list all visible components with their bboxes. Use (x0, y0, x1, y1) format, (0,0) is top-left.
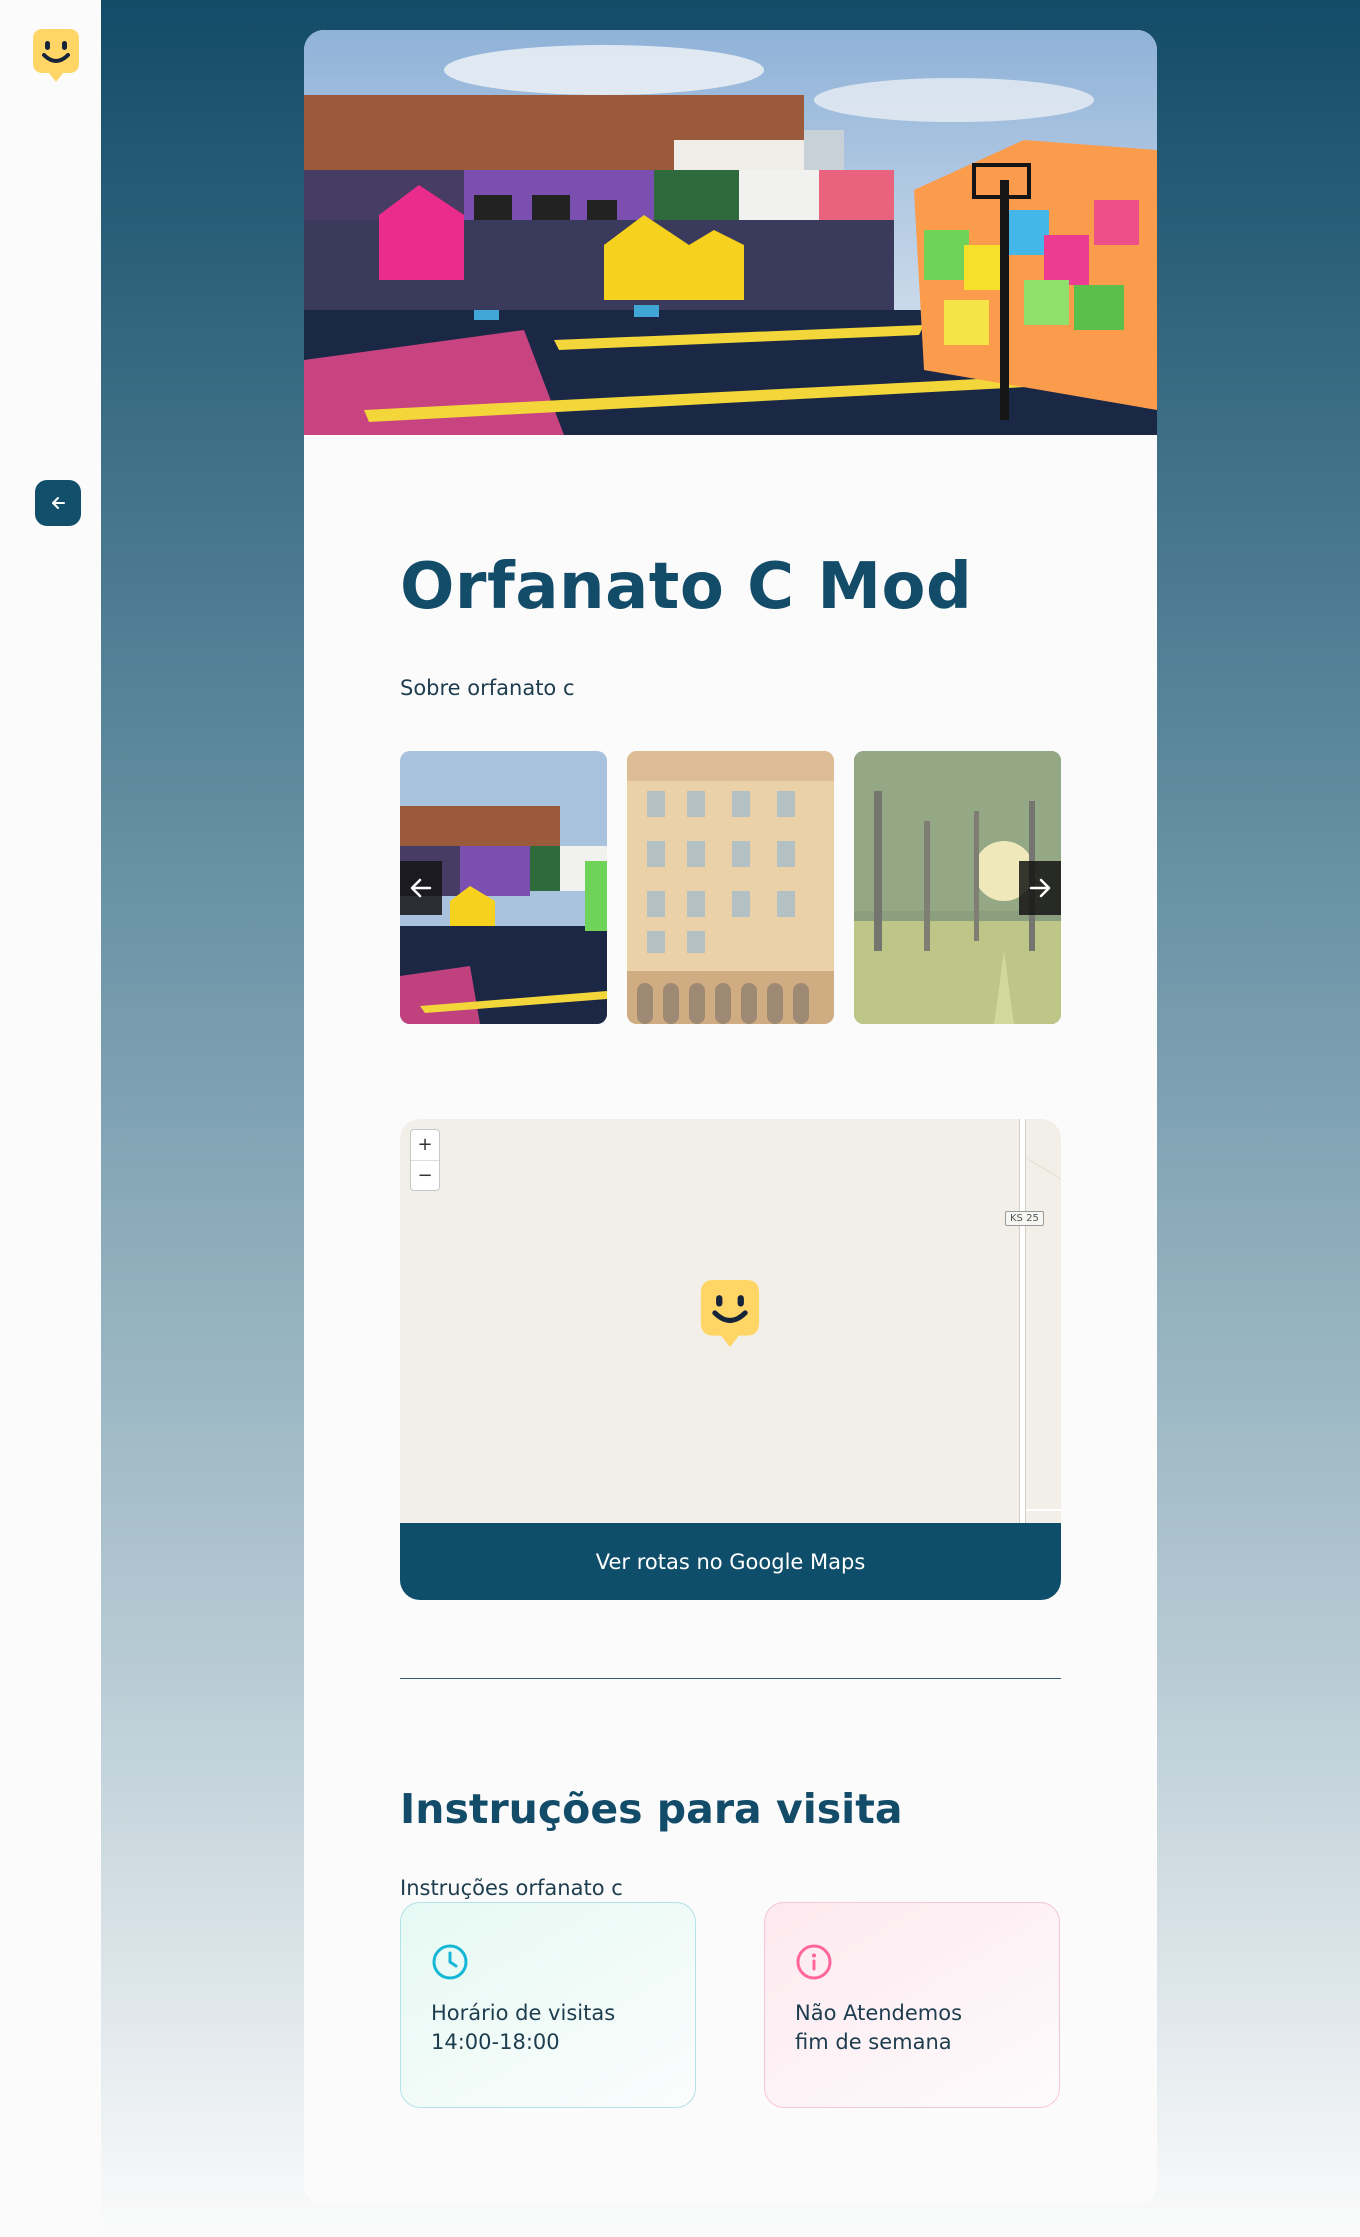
zoom-out-button[interactable]: − (411, 1160, 439, 1191)
road-label: KS 25 (1005, 1211, 1044, 1226)
weekend-closed-card: Não Atendemos fim de semana (764, 1902, 1060, 2108)
carousel-next-button[interactable] (1019, 861, 1061, 915)
sidebar (0, 0, 102, 2237)
weekend-line-2: fim de semana (795, 2030, 952, 2054)
page-title: Orfanato C Mod (400, 550, 973, 624)
gallery-thumb-2[interactable] (627, 751, 834, 1024)
about-text: Sobre orfanato c (400, 676, 575, 700)
map-marker-icon[interactable] (700, 1280, 760, 1347)
hero-image (304, 30, 1157, 435)
info-icon (796, 1944, 832, 1980)
section-divider (400, 1678, 1061, 1679)
building-facade-photo (627, 751, 834, 1024)
instructions-text: Instruções orfanato c (400, 1876, 623, 1900)
arrow-left-icon (52, 497, 65, 509)
arrow-right-icon (1029, 878, 1051, 898)
map-zoom-controls: + − (410, 1129, 440, 1191)
weekend-line-1: Não Atendemos (795, 2001, 963, 2025)
hours-value: 14:00-18:00 (431, 2030, 560, 2054)
carousel-prev-button[interactable] (400, 861, 442, 915)
back-button[interactable] (35, 480, 81, 526)
location-map[interactable]: + − KS 25 (400, 1119, 1061, 1523)
orphanage-details-card: Orfanato C Mod Sobre orfanato c + − KS 2… (304, 30, 1157, 2205)
arrow-left-icon (410, 878, 432, 898)
visiting-hours-card: Horário de visitas 14:00-18:00 (400, 1902, 696, 2108)
instructions-heading: Instruções para visita (400, 1785, 903, 1833)
hours-title: Horário de visitas (431, 2001, 616, 2025)
zoom-in-button[interactable]: + (411, 1130, 439, 1160)
clock-icon (432, 1944, 468, 1980)
google-maps-directions-button[interactable]: Ver rotas no Google Maps (400, 1523, 1061, 1600)
happy-marker-icon[interactable] (33, 29, 79, 82)
